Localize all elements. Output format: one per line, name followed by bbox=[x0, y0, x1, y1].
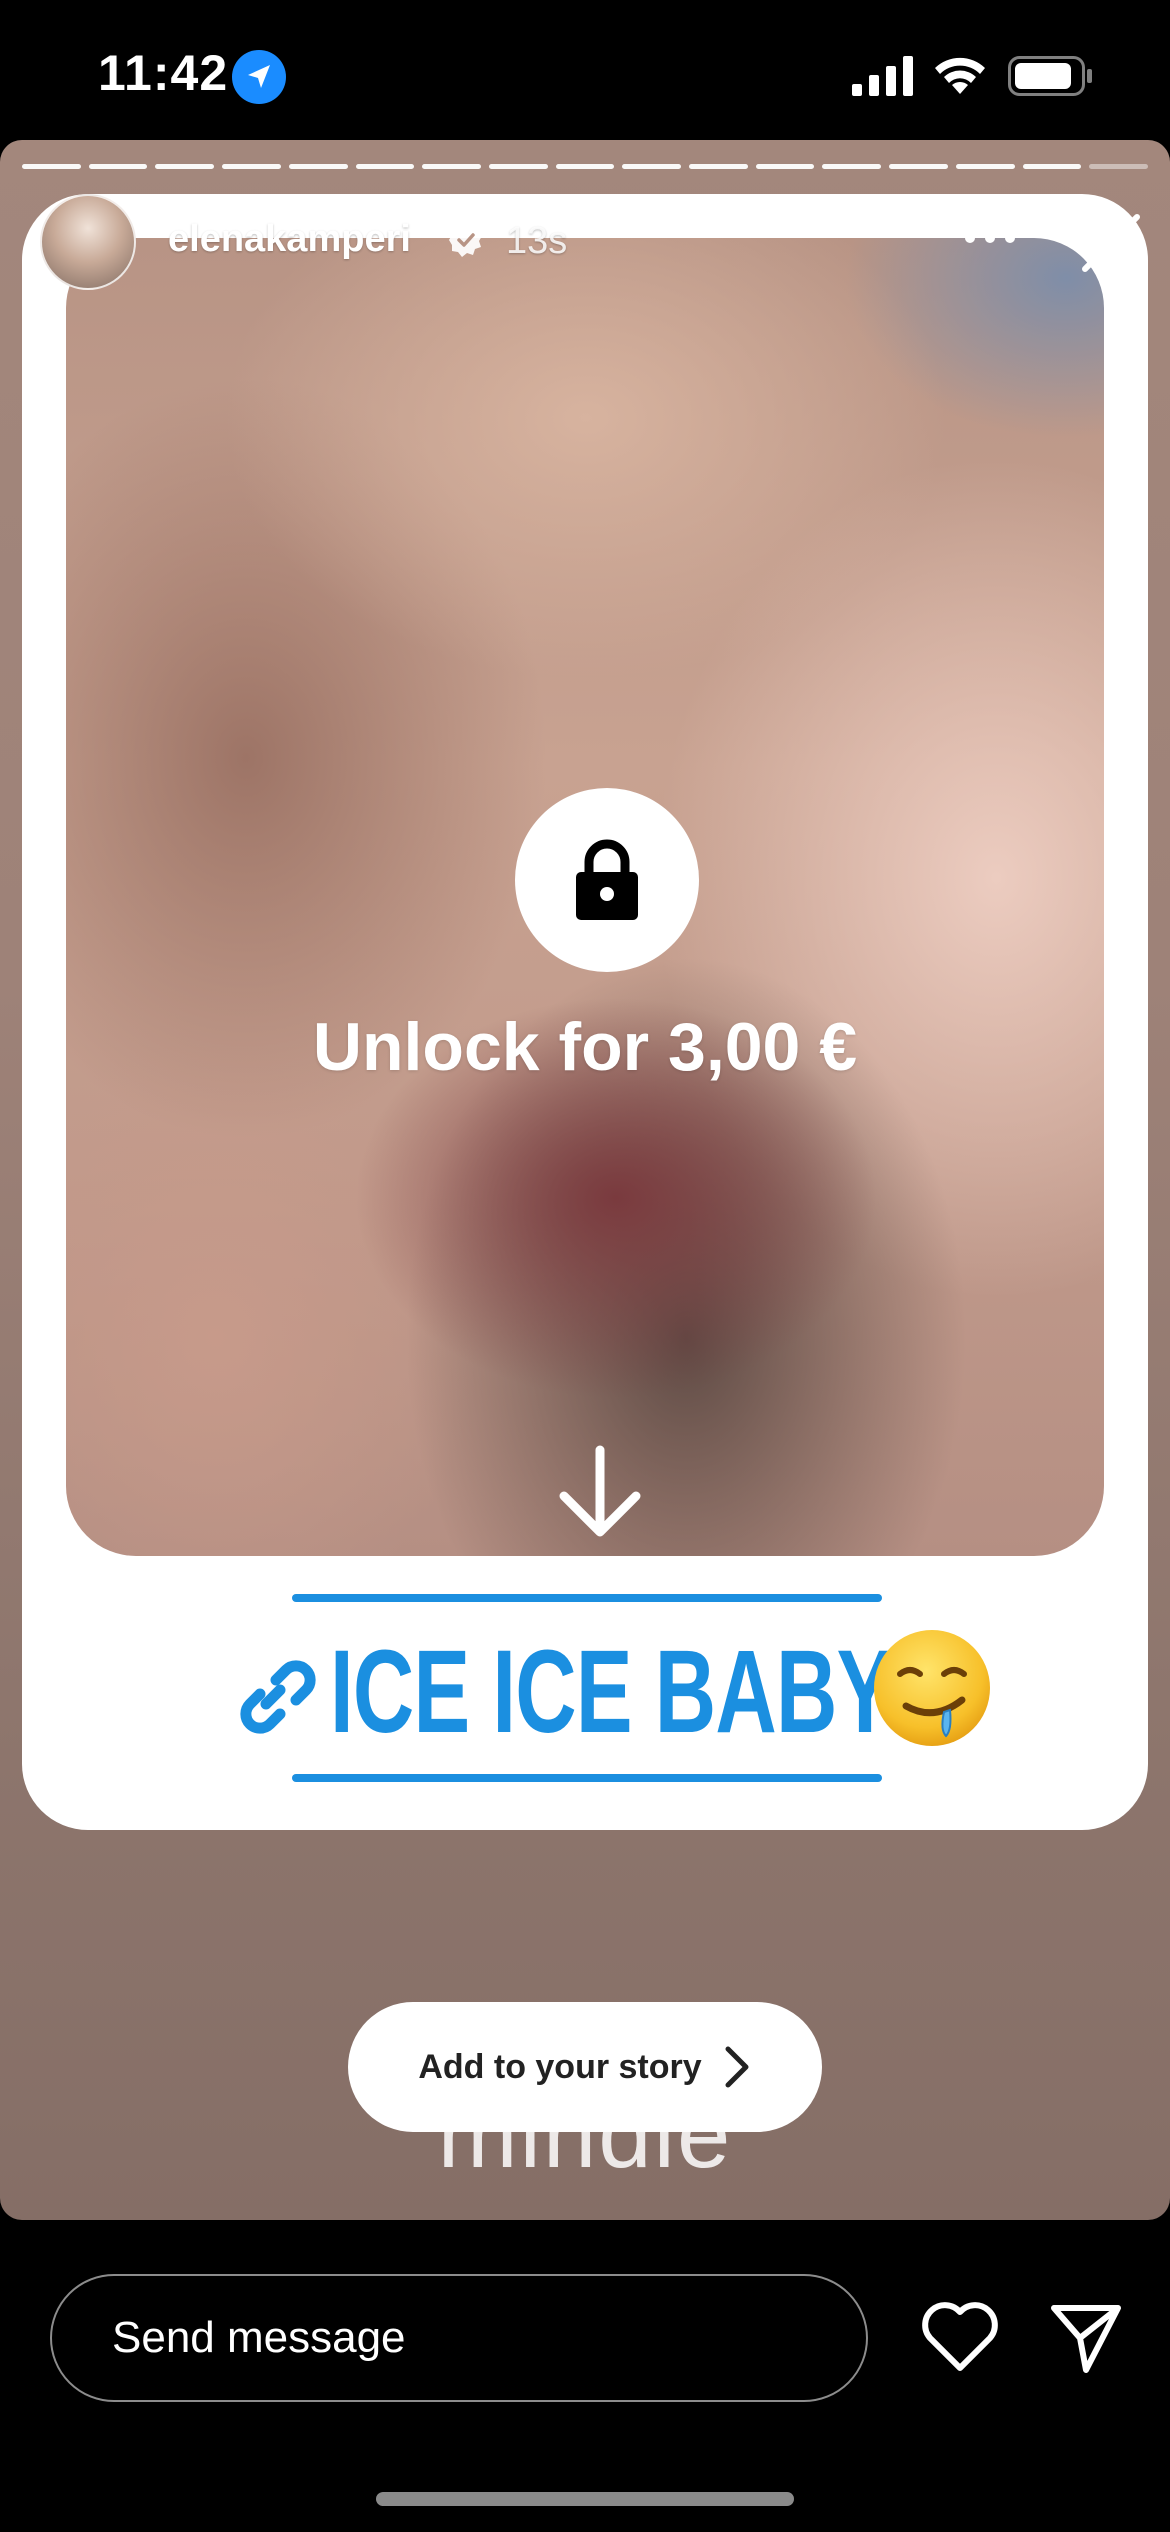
location-arrow-icon bbox=[232, 50, 286, 104]
story-progress-segment bbox=[22, 164, 81, 169]
story-progress-segment bbox=[822, 164, 882, 169]
username[interactable]: elenakamperi bbox=[168, 218, 411, 261]
chevron-right-icon bbox=[725, 2046, 749, 2088]
add-to-story-button[interactable]: Add to your story bbox=[348, 2002, 822, 2132]
status-time: 11:42 bbox=[98, 45, 229, 101]
story-viewer[interactable]: Unlock for 3,00 € ICE ICE BABY elenakamp… bbox=[0, 140, 1170, 2220]
story-progress-bar bbox=[22, 164, 1148, 170]
verified-icon bbox=[449, 223, 482, 257]
locked-media-preview[interactable]: Unlock for 3,00 € bbox=[66, 238, 1104, 1556]
send-icon[interactable] bbox=[1048, 2300, 1124, 2376]
add-to-story-label: Add to your story bbox=[418, 2047, 702, 2086]
more-icon[interactable] bbox=[962, 228, 1018, 248]
link-icon bbox=[240, 1660, 316, 1734]
status-bar: 11:42 bbox=[0, 0, 1170, 140]
signal-icon bbox=[852, 56, 913, 96]
heart-icon[interactable] bbox=[920, 2300, 1000, 2374]
drooling-face-emoji bbox=[874, 1630, 990, 1746]
story-progress-segment bbox=[955, 164, 1015, 169]
post-time: 13s bbox=[506, 220, 568, 262]
avatar[interactable] bbox=[40, 194, 136, 290]
battery-icon bbox=[1008, 56, 1092, 96]
story-progress-segment bbox=[555, 164, 615, 169]
story-progress-segment bbox=[1022, 164, 1082, 169]
close-icon[interactable] bbox=[1080, 212, 1142, 274]
story-progress-segment bbox=[355, 164, 415, 169]
story-progress-segment bbox=[622, 164, 682, 169]
link-sticker[interactable]: ICE ICE BABY bbox=[22, 1594, 1148, 1794]
story-progress-segment bbox=[155, 164, 215, 169]
link-sticker-bottom-line bbox=[292, 1774, 882, 1782]
story-progress-segment bbox=[88, 164, 148, 169]
story-progress-segment bbox=[689, 164, 748, 169]
story-progress-segment bbox=[889, 164, 948, 169]
link-sticker-text[interactable]: ICE ICE BABY bbox=[330, 1624, 893, 1760]
story-progress-segment bbox=[488, 164, 548, 169]
unlock-button[interactable] bbox=[515, 788, 699, 972]
story-progress-segment bbox=[1089, 164, 1148, 169]
unlock-price-label[interactable]: Unlock for 3,00 € bbox=[66, 1008, 1104, 1086]
story-progress-segment bbox=[288, 164, 348, 169]
story-progress-segment bbox=[222, 164, 281, 169]
story-progress-segment bbox=[755, 164, 815, 169]
story-progress-segment bbox=[422, 164, 481, 169]
arrow-down-icon bbox=[559, 1445, 641, 1537]
lock-icon bbox=[576, 839, 638, 920]
wifi-icon bbox=[935, 57, 985, 94]
story-card: Unlock for 3,00 € ICE ICE BABY bbox=[22, 194, 1148, 1830]
send-message-input[interactable] bbox=[50, 2274, 868, 2402]
home-indicator bbox=[376, 2492, 794, 2506]
link-sticker-top-line bbox=[292, 1594, 882, 1602]
